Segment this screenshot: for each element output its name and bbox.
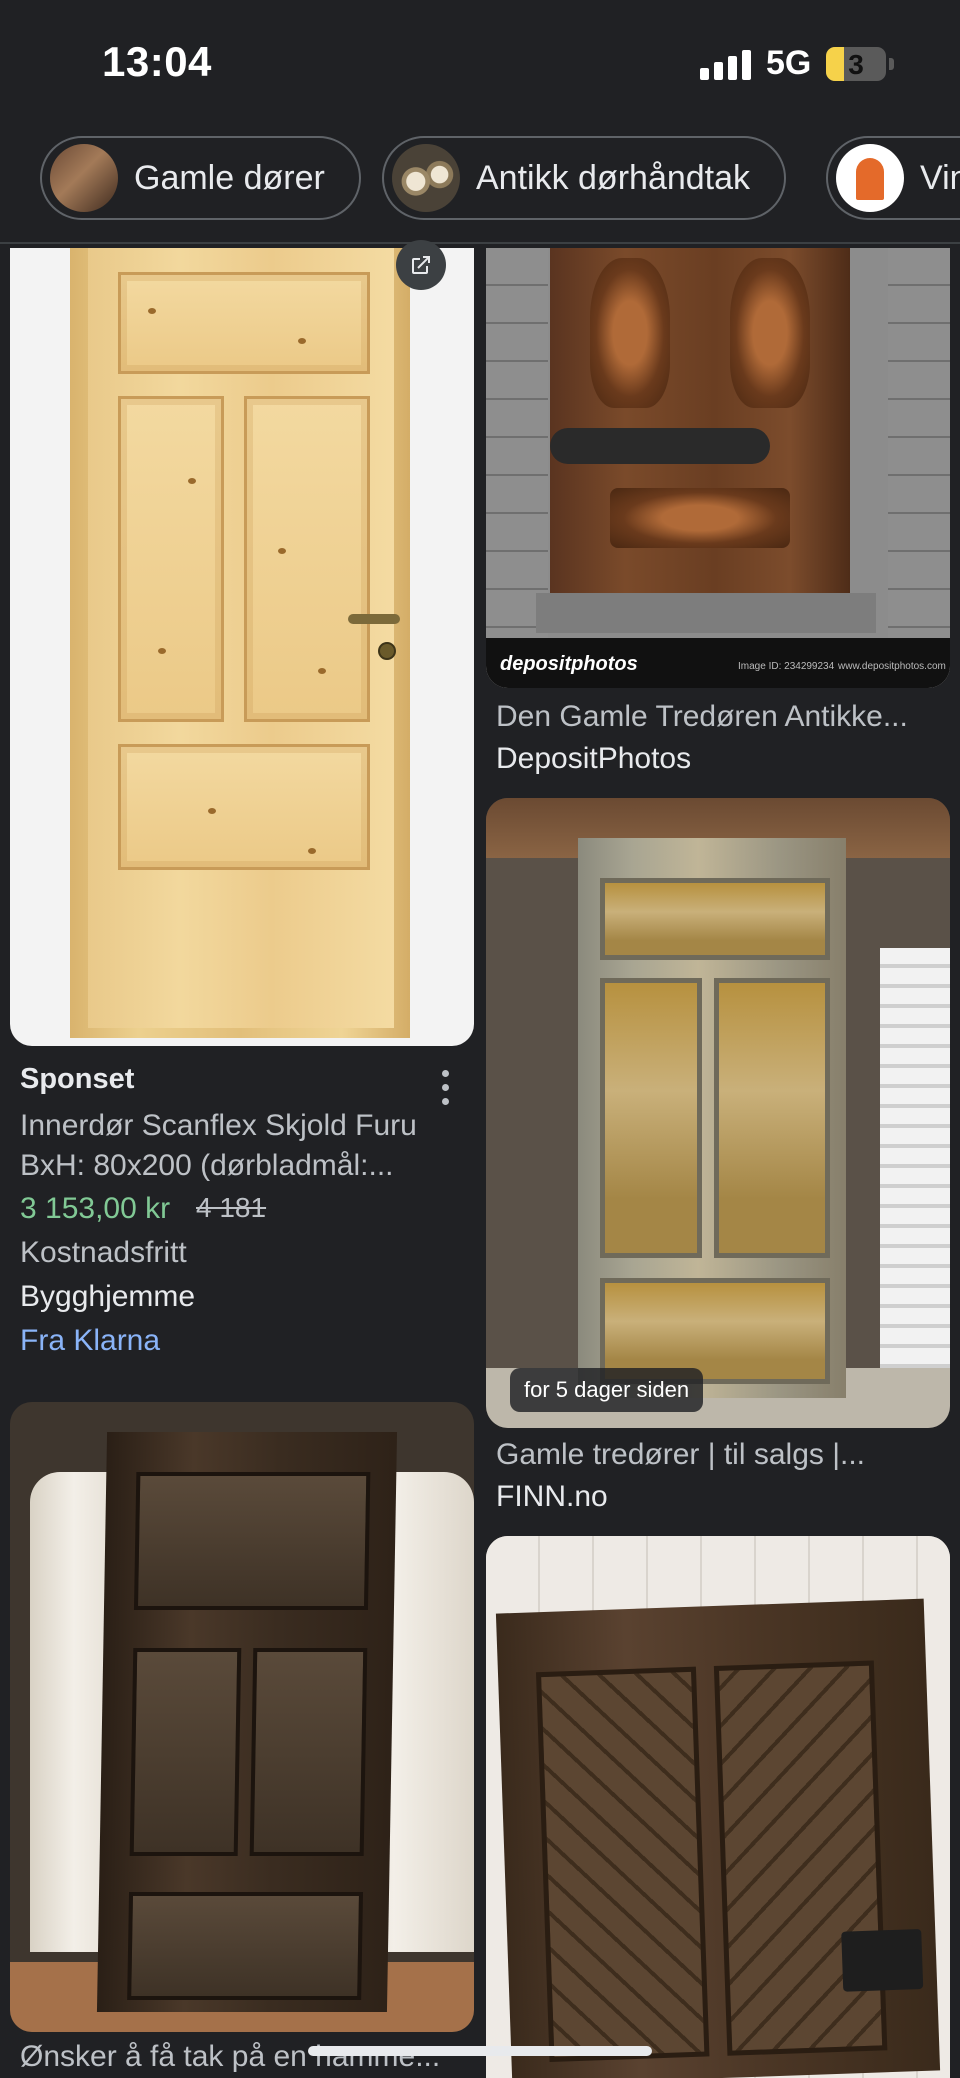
ad-old-price: 4 181 — [196, 1192, 267, 1223]
open-in-new-icon[interactable] — [396, 240, 446, 290]
network-type: 5G — [766, 44, 812, 82]
battery-icon: 3 — [826, 47, 886, 81]
ad-shipping: Kostnadsfritt — [20, 1236, 187, 1269]
ad-title[interactable]: Innerdør Scanflex Skjold Furu BxH: 80x20… — [20, 1106, 460, 1186]
ad-payment-link[interactable]: Fra Klarna — [20, 1324, 160, 1358]
result-image-carved-door[interactable]: depositphotos Image ID: 234299234 www.de… — [486, 248, 950, 688]
latch-icon — [841, 1928, 924, 1992]
result-title[interactable]: Gamle tredører | til salgs |... — [496, 1438, 865, 1472]
watermark-logo: depositphotos — [500, 653, 638, 675]
door-handle — [348, 614, 400, 624]
cellular-signal-icon — [700, 50, 752, 80]
battery-tip — [889, 58, 894, 70]
result-image-chevron-door[interactable] — [486, 1536, 950, 2078]
sponsored-label: Sponset — [20, 1063, 135, 1095]
more-vert-icon[interactable] — [440, 1070, 450, 1106]
old-doors-thumbnail — [50, 144, 118, 212]
chip-gamle-dorer[interactable]: Gamle dører — [40, 136, 361, 220]
chip-antikk-dorhandtak[interactable]: Antikk dørhåndtak — [382, 136, 787, 220]
result-source: DepositPhotos — [496, 742, 692, 775]
door-lock — [378, 642, 396, 660]
chip-label: Antikk dørhåndtak — [476, 158, 751, 197]
result-image-pine-door[interactable] — [10, 248, 474, 1046]
result-image-dark-door[interactable] — [10, 1402, 474, 2032]
watermark-url: www.depositphotos.com — [838, 661, 946, 672]
door-handles-thumbnail — [392, 144, 460, 212]
chip-label: Gamle dører — [134, 158, 325, 197]
result-title[interactable]: Den Gamle Tredøren Antikke... — [496, 700, 908, 734]
result-image-weathered-door[interactable]: for 5 dager siden — [486, 798, 950, 1428]
status-time: 13:04 — [102, 38, 212, 85]
status-bar: 13:04 5G 3 — [0, 0, 960, 130]
chip-label: Vin — [920, 158, 960, 197]
orange-arch-door-thumbnail — [836, 144, 904, 212]
battery-percent: 3 — [848, 49, 864, 80]
ad-merchant: Bygghjemme — [20, 1280, 196, 1313]
watermark-id: Image ID: 234299234 — [738, 661, 835, 672]
time-ago-badge: for 5 dager siden — [510, 1368, 704, 1412]
chip-vin[interactable]: Vin — [826, 136, 960, 220]
home-indicator[interactable] — [308, 2046, 652, 2056]
ad-price: 3 153,00 kr — [20, 1192, 171, 1225]
result-source: FINN.no — [496, 1480, 608, 1513]
suggestion-chips[interactable]: Gamle dører Antikk dørhåndtak Vin — [0, 134, 960, 226]
chips-divider — [0, 242, 960, 244]
